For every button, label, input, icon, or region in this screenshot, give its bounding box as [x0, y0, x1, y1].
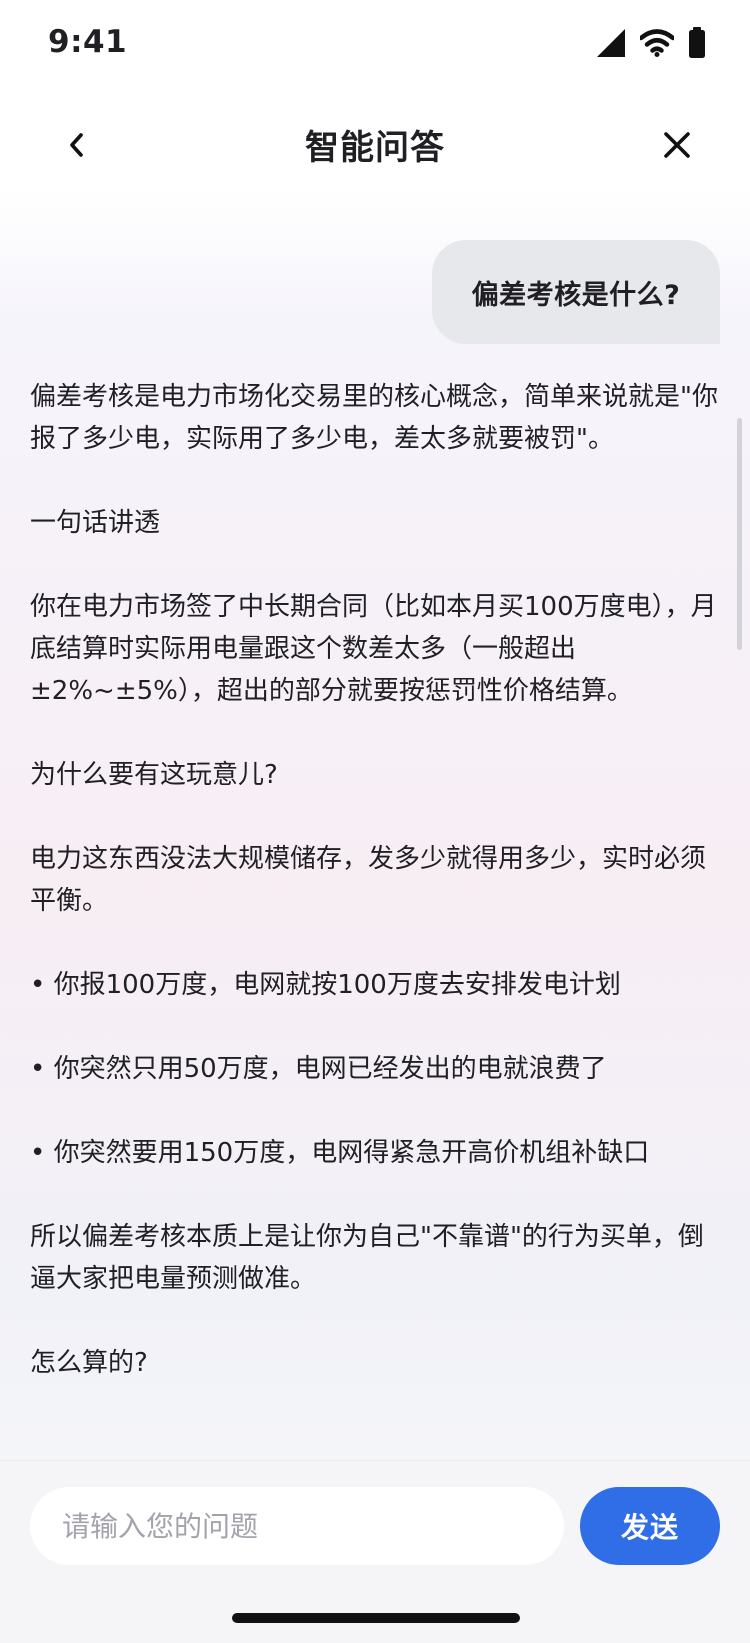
answer-bullet: • 你报100万度，电网就按100万度去安排发电计划 — [30, 970, 621, 1000]
close-icon — [664, 132, 690, 158]
user-message-bubble: 偏差考核是什么? — [432, 240, 720, 344]
status-icons — [596, 27, 706, 63]
answer-bullet: • 你突然只用50万度，电网已经发出的电就浪费了 — [30, 1054, 607, 1084]
assistant-answer: 偏差考核是电力市场化交易里的核心概念，简单来说就是"你报了多少电，实际用了多少电… — [30, 376, 720, 1426]
battery-icon — [688, 27, 706, 63]
answer-heading: 为什么要有这玩意儿? — [30, 760, 278, 790]
wifi-icon — [638, 29, 676, 61]
answer-paragraph: 偏差考核是电力市场化交易里的核心概念，简单来说就是"你报了多少电，实际用了多少电… — [30, 382, 718, 454]
status-bar: 9:41 — [0, 0, 750, 90]
input-bar: 发送 — [0, 1460, 750, 1643]
answer-paragraph: 电力这东西没法大规模储存，发多少就得用多少，实时必须平衡。 — [30, 844, 707, 916]
scrollbar[interactable] — [737, 418, 742, 650]
answer-paragraph: 你在电力市场签了中长期合同（比如本月买100万度电），月底结算时实际用电量跟这个… — [30, 592, 717, 706]
answer-heading: 一句话讲透 — [30, 508, 161, 538]
nav-bar: 智能问答 — [0, 100, 750, 190]
chat-area[interactable]: 偏差考核是什么? 偏差考核是电力市场化交易里的核心概念，简单来说就是"你报了多少… — [0, 190, 750, 1460]
question-input[interactable] — [30, 1487, 564, 1565]
answer-bullet: • 你突然要用150万度，电网得紧急开高价机组补缺口 — [30, 1138, 650, 1168]
answer-paragraph: 所以偏差考核本质上是让你为自己"不靠谱"的行为买单，倒逼大家把电量预测做准。 — [30, 1222, 704, 1294]
user-message-text: 偏差考核是什么? — [471, 279, 681, 311]
signal-icon — [596, 28, 626, 62]
answer-heading: 怎么算的? — [30, 1348, 148, 1378]
page-title: 智能问答 — [305, 128, 445, 168]
close-button[interactable] — [654, 122, 700, 168]
send-button[interactable]: 发送 — [580, 1487, 720, 1565]
home-indicator — [232, 1613, 520, 1623]
status-time: 9:41 — [48, 24, 128, 60]
